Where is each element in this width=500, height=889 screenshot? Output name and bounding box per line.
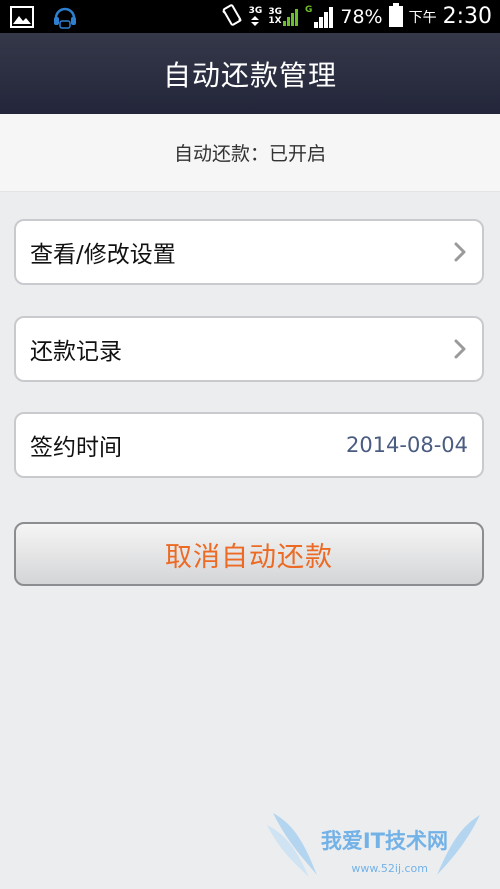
gallery-icon — [10, 6, 34, 32]
vibrate-icon — [221, 3, 243, 31]
watermark-text: 我爱IT技术网 — [320, 829, 448, 853]
chevron-right-icon — [452, 242, 468, 262]
battery-percent: 78% — [340, 5, 383, 28]
signal-icon — [314, 6, 334, 28]
network-3g1x-indicator: 3G 1X — [268, 7, 299, 26]
network-g-label: G — [304, 4, 313, 15]
status-bar-left — [10, 4, 78, 34]
network-3g-indicator: 3G — [248, 6, 263, 26]
chevron-right-icon — [452, 339, 468, 359]
page-title: 自动还款管理 — [162, 58, 337, 92]
network-3g-label: 3G — [248, 6, 263, 16]
view-edit-settings-label: 查看/修改设置 — [30, 242, 176, 268]
sign-date-item: 签约时间 2014-08-04 — [14, 412, 484, 478]
clock-ampm: 下午 — [408, 9, 437, 26]
status-bar-right: 3G 3G 1X G 78% 下午 2:30 — [221, 0, 492, 33]
clock-time: 2:30 — [442, 4, 492, 29]
sign-date-label: 签约时间 — [30, 435, 122, 461]
view-edit-settings-item[interactable]: 查看/修改设置 — [14, 219, 484, 285]
auto-repay-status-text: 自动还款：已开启 — [173, 143, 326, 165]
network-g-indicator: G — [304, 4, 334, 28]
battery-icon — [388, 2, 403, 31]
status-bar: 3G 3G 1X G 78% 下午 2:30 — [0, 0, 500, 33]
auto-repay-status: 自动还款：已开启 — [0, 114, 500, 192]
watermark: 我爱IT技术网 www.52ij.com — [265, 805, 490, 885]
title-bar: 自动还款管理 — [0, 33, 500, 114]
headset-icon — [52, 4, 78, 34]
repayment-records-item[interactable]: 还款记录 — [14, 316, 484, 382]
network-1x-label: 1X — [268, 15, 282, 26]
sign-date-value: 2014-08-04 — [345, 433, 468, 457]
signal-icon — [282, 8, 298, 26]
cancel-auto-repay-button[interactable]: 取消自动还款 — [14, 522, 484, 586]
watermark-site: www.52ij.com — [351, 862, 428, 875]
repayment-records-label: 还款记录 — [30, 339, 122, 365]
